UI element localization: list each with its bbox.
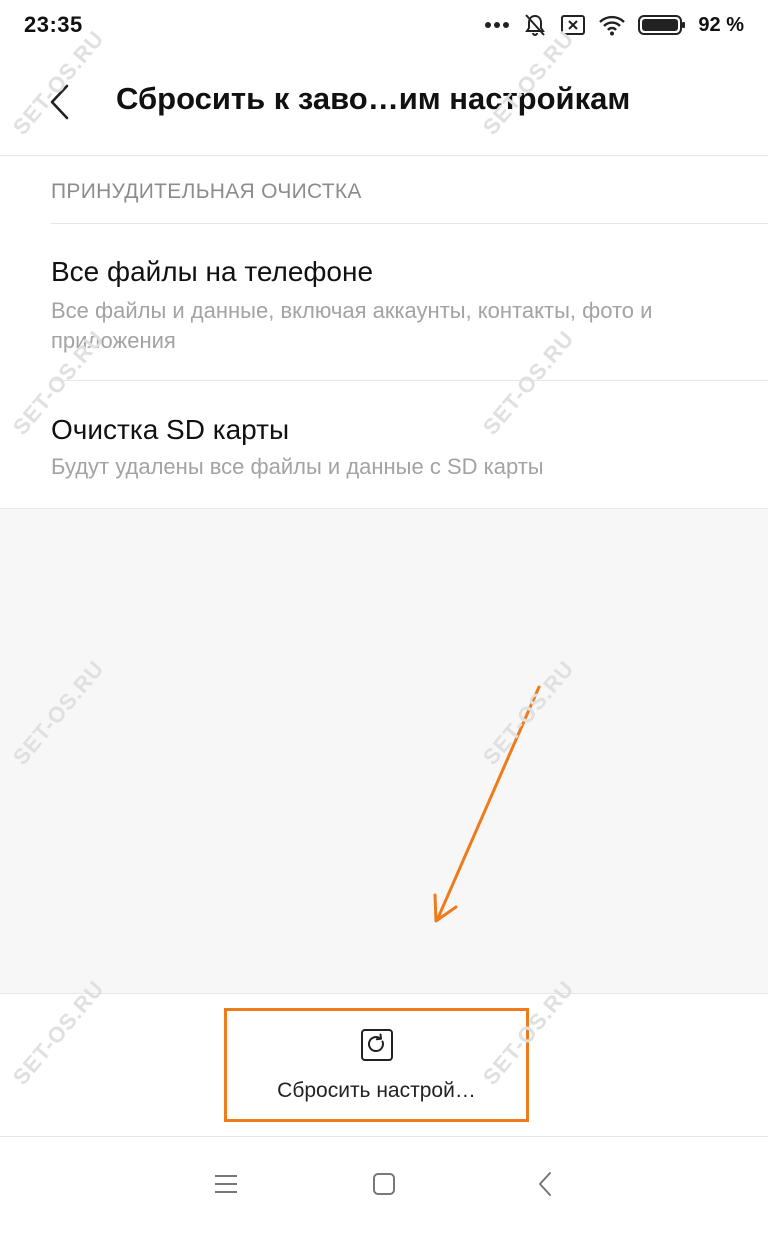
reset-settings-label: Сбросить настрой…: [277, 1078, 476, 1102]
item-description: Все файлы и данные, включая аккаунты, ко…: [51, 298, 653, 353]
status-icons: 92 %: [484, 12, 744, 38]
empty-area: [0, 508, 768, 994]
menu-icon: [214, 1173, 238, 1200]
home-icon: [372, 1172, 396, 1201]
status-bar: 23:35 92 %: [0, 0, 768, 50]
item-title: Все файлы на телефоне: [51, 256, 374, 287]
muted-bell-icon: [522, 12, 548, 38]
list-item-all-files[interactable]: Все файлы на телефоне Все файлы и данные…: [0, 224, 768, 380]
nav-menu-button[interactable]: [196, 1164, 256, 1208]
app-header: Сбросить к заво…им настройкам: [0, 50, 768, 156]
item-title: Очистка SD карты: [51, 414, 290, 445]
item-description: Будут удалены все файлы и данные с SD ка…: [51, 454, 544, 479]
battery-icon: [638, 14, 686, 36]
status-time: 23:35: [24, 12, 83, 37]
wifi-icon: [598, 14, 626, 36]
nav-back-button[interactable]: [515, 1164, 575, 1208]
bottom-action-bar: Сбросить настрой…: [0, 995, 768, 1137]
more-dots-icon: [484, 21, 510, 29]
system-nav-bar: [0, 1138, 768, 1254]
reset-icon: [360, 1028, 394, 1067]
page-title: Сбросить к заво…им настройкам: [116, 81, 631, 116]
section-label: ПРИНУДИТЕЛЬНАЯ ОЧИСТКА: [51, 180, 362, 203]
list-item-sd-card[interactable]: Очистка SD карты Будут удалены все файлы…: [0, 381, 768, 508]
nav-home-button[interactable]: [354, 1164, 414, 1208]
battery-percent: 92 %: [698, 13, 744, 36]
back-icon: [537, 1171, 553, 1202]
